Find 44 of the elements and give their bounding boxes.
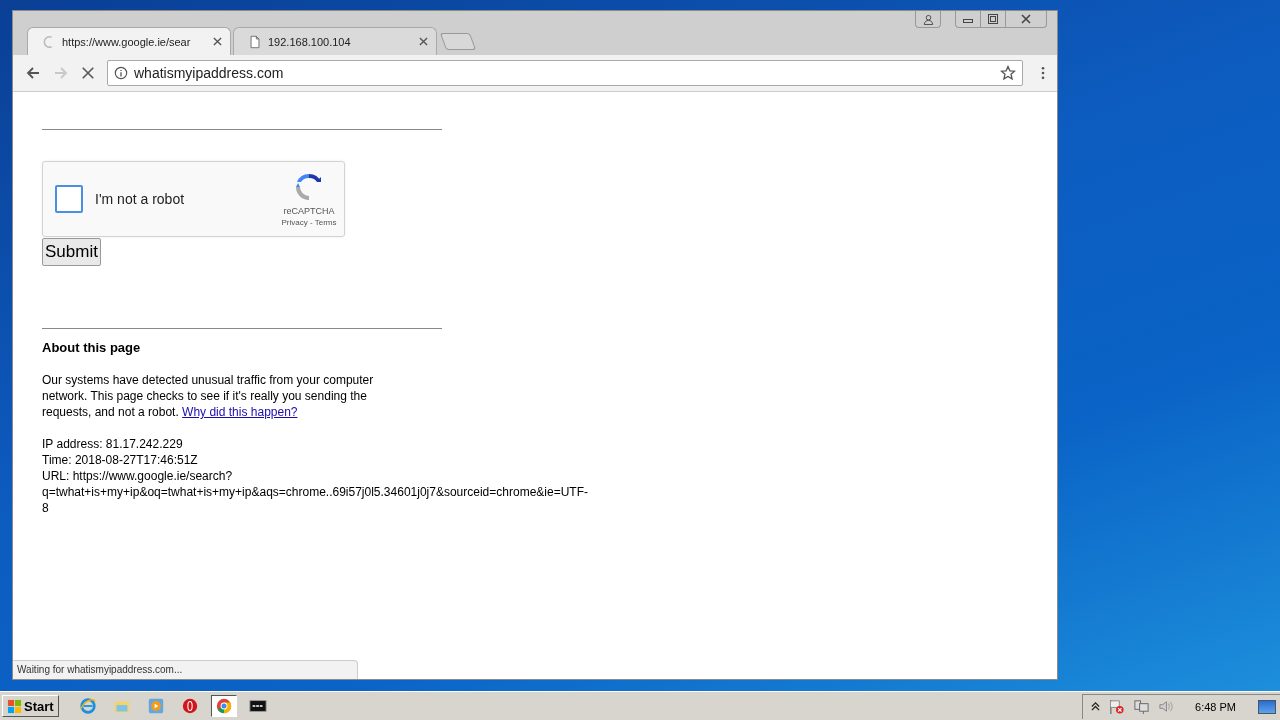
flag-error-icon[interactable] [1108, 698, 1126, 715]
status-bubble: Waiting for whatismyipaddress.com... [13, 660, 358, 679]
detail-line: URL: https://www.google.ie/search? [42, 468, 234, 484]
section-heading: About this page [42, 340, 142, 355]
media-player-icon [146, 697, 165, 715]
tab-title: 192.168.100.104 [268, 35, 352, 48]
clock: 6:48 PM [1195, 700, 1236, 713]
detail-line: Time: 2018-08-27T17:46:51Z [42, 452, 199, 468]
browser-tab[interactable]: https://www.google.ie/sear [27, 27, 231, 55]
document-icon [248, 34, 262, 49]
privacy-terms-links[interactable]: Privacy - Terms [281, 218, 337, 227]
close-icon[interactable] [419, 37, 428, 46]
show-desktop-button[interactable] [1258, 699, 1276, 714]
person-icon [922, 13, 934, 25]
brand-name: reCAPTCHA [283, 206, 335, 216]
browser-tab[interactable]: 192.168.100.104 [233, 27, 437, 55]
submit-button[interactable]: Submit [42, 238, 101, 266]
network-icon[interactable] [1133, 698, 1151, 715]
back-icon[interactable] [25, 65, 41, 81]
tab-title: https://www.google.ie/sear [62, 35, 192, 48]
start-button[interactable]: Start [2, 695, 59, 717]
close-icon [1020, 13, 1032, 25]
stop-icon[interactable] [81, 66, 95, 80]
opera-logo-icon [180, 697, 199, 715]
browser-e-icon [78, 697, 97, 715]
paragraph: Our systems have detected unusual traffic from your computer network. This page checks to see if it's really you sending the requests, and not a robot. Why did this happen? [42, 372, 375, 420]
taskbar-button[interactable] [210, 695, 237, 717]
terminal-icon [248, 697, 267, 715]
detail-line: IP address: 81.17.242.229 [42, 436, 184, 452]
info-icon [114, 66, 128, 80]
restore-icon [987, 13, 999, 25]
detail-line: q=twhat+is+my+ip&oq=twhat+is+my+ip&aqs=chrome..69i57j0l5.34601j0j7&sourceid=chrome&ie=UTF- [42, 484, 589, 500]
checkbox-label: I'm not a robot [95, 191, 186, 207]
detail-line: 8 [42, 500, 50, 516]
star-icon[interactable] [1000, 65, 1016, 81]
close-icon[interactable] [213, 37, 222, 46]
chevron-up-icon[interactable] [1091, 701, 1101, 712]
profile-button[interactable] [915, 11, 941, 28]
address-bar[interactable]: whatismyipaddress.com [107, 60, 1023, 86]
checkbox[interactable] [55, 185, 83, 213]
why-link[interactable]: Why did this happen? [182, 405, 298, 419]
chrome-logo-icon [214, 697, 233, 715]
menu-icon[interactable] [1041, 66, 1045, 80]
windows-logo-icon [7, 698, 22, 714]
